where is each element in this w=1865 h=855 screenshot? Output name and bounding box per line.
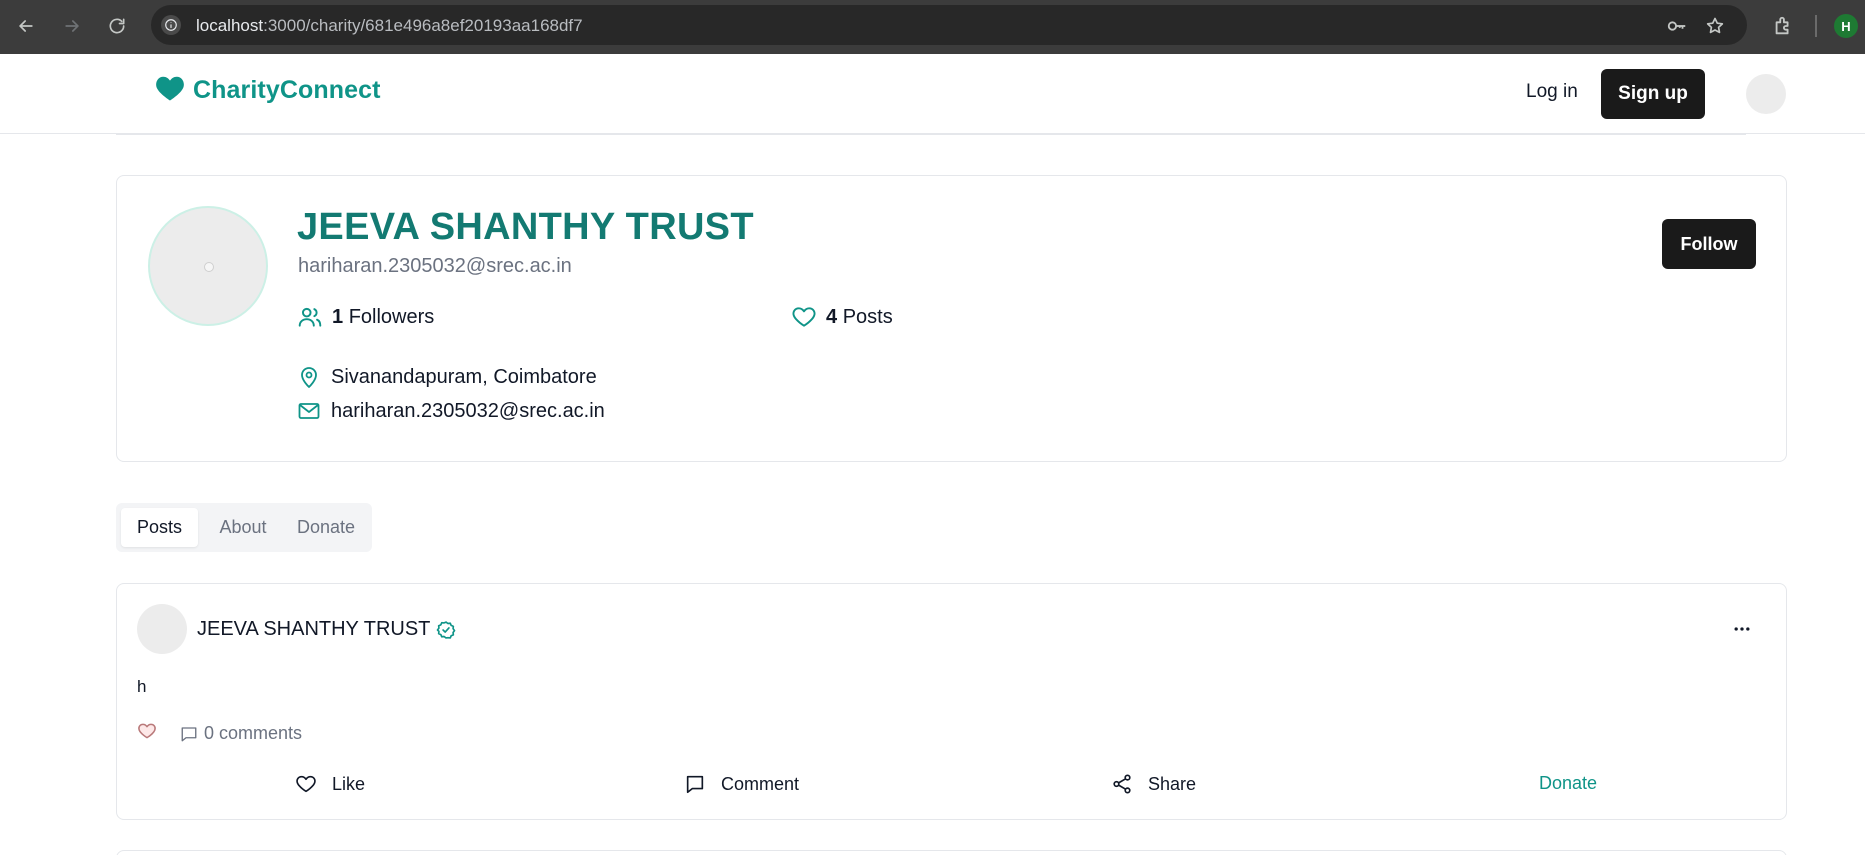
brand-name: CharityConnect <box>193 76 381 104</box>
address-bar[interactable]: localhost:3000/charity/681e496a8ef20193a… <box>151 5 1747 45</box>
followers-stat: 1 Followers <box>297 304 434 330</box>
donate-button[interactable]: Donate <box>1539 773 1597 794</box>
location-row: Sivanandapuram, Coimbatore <box>297 365 597 389</box>
brand-link[interactable]: CharityConnect <box>155 74 381 107</box>
more-options-button[interactable] <box>1727 614 1757 644</box>
post-author: JEEVA SHANTHY TRUST <box>197 618 456 641</box>
toolbar-divider <box>1815 15 1817 37</box>
charity-email: hariharan.2305032@srec.ac.in <box>298 255 572 277</box>
login-link[interactable]: Log in <box>1526 81 1578 103</box>
followers-count: 1 <box>332 305 344 328</box>
map-pin-icon <box>301 367 317 388</box>
donate-label: Donate <box>1539 773 1598 793</box>
follow-button[interactable]: Follow <box>1662 219 1756 269</box>
charity-profile-card: JEEVA SHANTHY TRUST hariharan.2305032@sr… <box>116 175 1787 462</box>
post-author-name[interactable]: JEEVA SHANTHY TRUST <box>197 618 430 641</box>
content-divider <box>116 134 1746 135</box>
comments-count[interactable]: 0 comments <box>180 723 302 744</box>
reload-button[interactable] <box>101 10 133 42</box>
share-button[interactable]: Share <box>1111 773 1196 795</box>
mail-icon <box>298 403 320 419</box>
posts-stat: 4 Posts <box>791 304 893 330</box>
browser-toolbar: localhost:3000/charity/681e496a8ef20193a… <box>0 0 1865 54</box>
extensions-icon[interactable] <box>1769 12 1797 40</box>
location-text: Sivanandapuram, Coimbatore <box>331 365 597 388</box>
like-count-icon[interactable] <box>137 721 157 746</box>
posts-label: Posts <box>842 305 893 328</box>
comment-small-icon <box>181 726 197 741</box>
tab-donate[interactable]: Donate <box>283 508 369 547</box>
site-header: CharityConnect Log in Sign up <box>0 54 1865 134</box>
charity-name: JEEVA SHANTHY TRUST <box>297 206 754 248</box>
tab-posts[interactable]: Posts <box>121 508 198 547</box>
post-author-avatar[interactable] <box>137 604 187 654</box>
password-key-icon[interactable] <box>1666 15 1688 37</box>
post-stats: 0 comments <box>137 721 302 746</box>
arrow-right-icon <box>65 20 79 32</box>
contact-email-row: hariharan.2305032@srec.ac.in <box>297 399 605 423</box>
heart-icon <box>792 307 816 327</box>
reload-icon <box>109 18 125 34</box>
users-icon <box>298 307 322 327</box>
comments-label: 0 comments <box>204 723 303 743</box>
forward-button[interactable] <box>56 10 88 42</box>
charity-avatar <box>148 206 268 326</box>
like-button[interactable]: Like <box>295 773 365 795</box>
contact-email-text: hariharan.2305032@srec.ac.in <box>331 399 605 422</box>
next-post-card <box>116 850 1787 855</box>
profile-avatar-button[interactable]: H <box>1834 14 1858 38</box>
site-info-icon[interactable] <box>161 15 181 35</box>
verified-check-icon <box>437 620 456 639</box>
bookmark-star-icon[interactable] <box>1704 15 1726 37</box>
url-path: :3000/charity/681e496a8ef20193aa168df7 <box>263 16 583 35</box>
url-host: localhost <box>196 16 264 35</box>
comment-icon <box>686 775 704 794</box>
signup-button[interactable]: Sign up <box>1601 69 1705 119</box>
share-icon <box>1113 774 1131 794</box>
heart-logo-icon <box>155 74 185 107</box>
comment-button[interactable]: Comment <box>684 773 799 795</box>
url-text: localhost:3000/charity/681e496a8ef20193a… <box>196 16 583 36</box>
tab-about[interactable]: About <box>203 508 283 547</box>
avatar-placeholder-icon <box>204 262 214 272</box>
like-label: Like <box>332 773 366 794</box>
ellipsis-icon <box>1734 627 1750 631</box>
arrow-left-icon <box>19 20 33 32</box>
post-body: h <box>137 677 147 696</box>
followers-label: Followers <box>348 305 435 328</box>
post-card: JEEVA SHANTHY TRUST h 0 comments Like Co… <box>116 583 1787 820</box>
share-label: Share <box>1148 773 1197 794</box>
back-button[interactable] <box>10 10 42 42</box>
comment-label: Comment <box>721 773 800 794</box>
posts-count: 4 <box>826 305 838 328</box>
profile-tabs: Posts About Donate <box>116 503 372 552</box>
heart-outline-icon <box>296 775 316 793</box>
user-avatar[interactable] <box>1746 74 1786 114</box>
